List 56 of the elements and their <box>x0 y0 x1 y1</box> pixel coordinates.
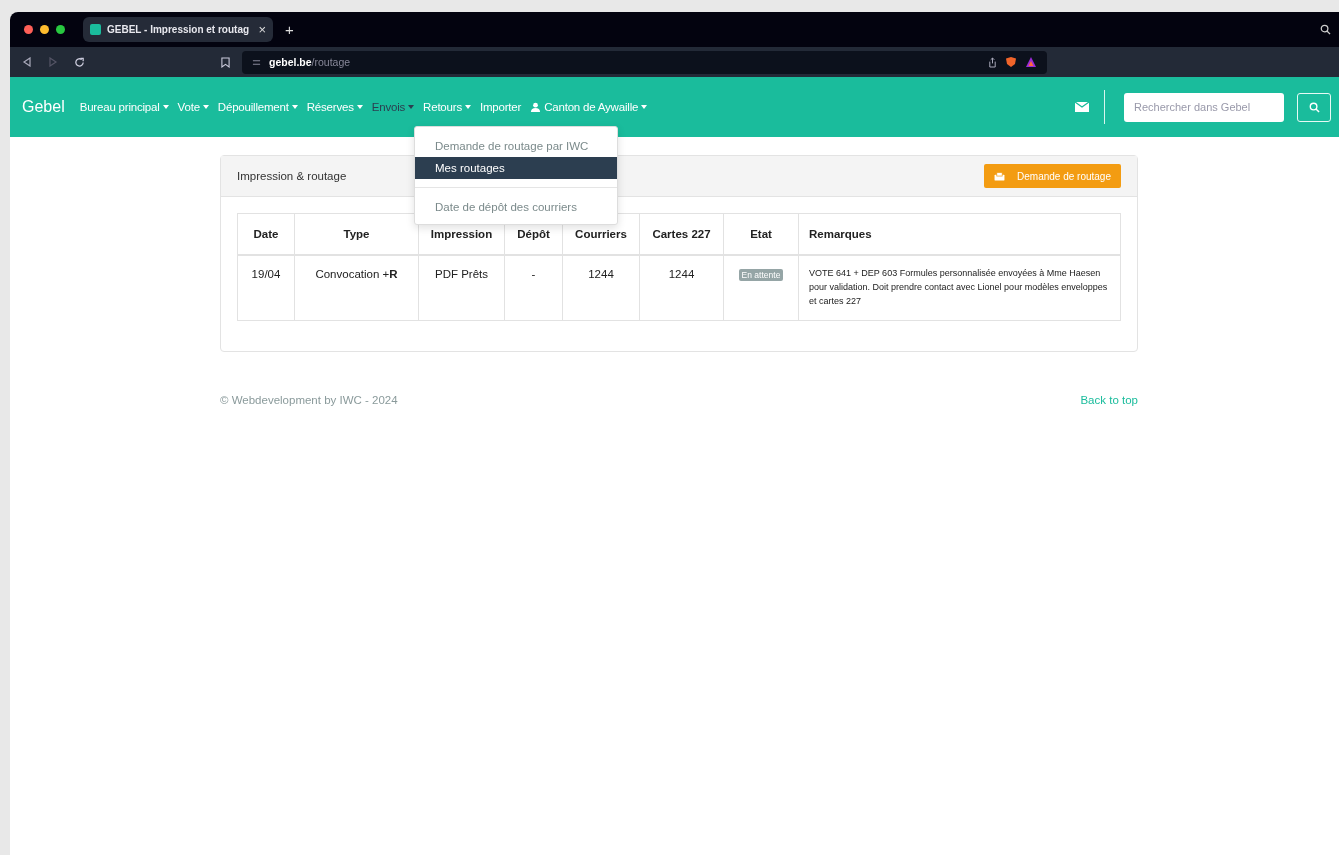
tab-title: GEBEL - Impression et routag <box>107 24 251 35</box>
caret-icon <box>408 105 415 109</box>
column-header: Date <box>237 213 295 255</box>
copyright-text: © Webdevelopment by IWC - 2024 <box>220 394 398 406</box>
dropdown-item[interactable]: Demande de routage par IWC <box>415 135 617 157</box>
table-cell: PDF Prêts <box>418 255 505 321</box>
table-cell: 1244 <box>639 255 724 321</box>
table-cell: VOTE 641 + DEP 603 Formules personnalisée envoyées à Mme Haesen pour validation. Doit prendre contact avec Lionel pour modèles enveloppes et cartes 227 <box>798 255 1121 321</box>
caret-icon <box>291 105 298 109</box>
caret-icon <box>641 105 648 109</box>
nav-menu-item[interactable]: Bureau principal <box>79 101 169 113</box>
brand-link[interactable]: Gebel <box>22 98 65 116</box>
column-header: Cartes 227 <box>639 213 724 255</box>
reload-icon[interactable] <box>74 56 85 68</box>
nav-menu-item[interactable]: Retours <box>423 101 471 113</box>
back-icon[interactable] <box>22 57 32 67</box>
table-cell: Convocation +R <box>294 255 419 321</box>
column-header: Remarques <box>798 213 1121 255</box>
nav-menu-item[interactable]: Vote <box>177 101 209 113</box>
close-tab-icon[interactable]: × <box>258 22 266 37</box>
share-icon[interactable] <box>988 56 997 68</box>
address-field[interactable]: gebel.be/routage <box>242 50 1047 74</box>
site-settings-icon <box>252 57 261 67</box>
search-icon[interactable] <box>1320 24 1331 35</box>
search-icon <box>1308 101 1320 113</box>
search-field[interactable]: Rechercher dans Gebel <box>1124 92 1284 122</box>
user-icon <box>530 101 542 113</box>
caret-icon <box>202 105 209 109</box>
browser-tab[interactable]: GEBEL - Impression et routag × <box>83 17 273 42</box>
caret-icon <box>162 105 169 109</box>
nav-menu-item[interactable]: Envois <box>371 101 415 113</box>
maximize-window-icon[interactable] <box>56 25 65 34</box>
site-favicon-icon <box>90 24 101 35</box>
status-badge: En attente <box>738 269 784 281</box>
nav-menu-item[interactable]: Importer <box>479 101 522 113</box>
inbox-icon <box>994 171 1006 181</box>
back-to-top-link[interactable]: Back to top <box>1080 394 1138 406</box>
panel-title: Impression & routage <box>237 170 347 182</box>
minimize-window-icon[interactable] <box>40 25 49 34</box>
column-header: Type <box>294 213 419 255</box>
caret-icon <box>464 105 471 109</box>
caret-icon <box>356 105 363 109</box>
triangle-icon[interactable] <box>1025 56 1037 68</box>
table-cell: 19/04 <box>237 255 295 321</box>
nav-menu-item[interactable]: Dépouillement <box>217 101 298 113</box>
close-window-icon[interactable] <box>24 25 33 34</box>
dropdown-item[interactable]: Mes routages <box>415 157 617 179</box>
routing-request-button[interactable]: Demande de routage <box>984 164 1121 188</box>
bookmark-icon[interactable] <box>221 56 230 68</box>
new-tab-button[interactable]: + <box>285 21 294 38</box>
nav-menu-item[interactable]: Canton de Aywaille <box>530 101 648 113</box>
nav-menu-item[interactable]: Réserves <box>306 101 363 113</box>
table-cell: 1244 <box>562 255 640 321</box>
table-cell: - <box>504 255 563 321</box>
shield-icon[interactable] <box>1005 56 1017 68</box>
column-header: Etat <box>723 213 799 255</box>
